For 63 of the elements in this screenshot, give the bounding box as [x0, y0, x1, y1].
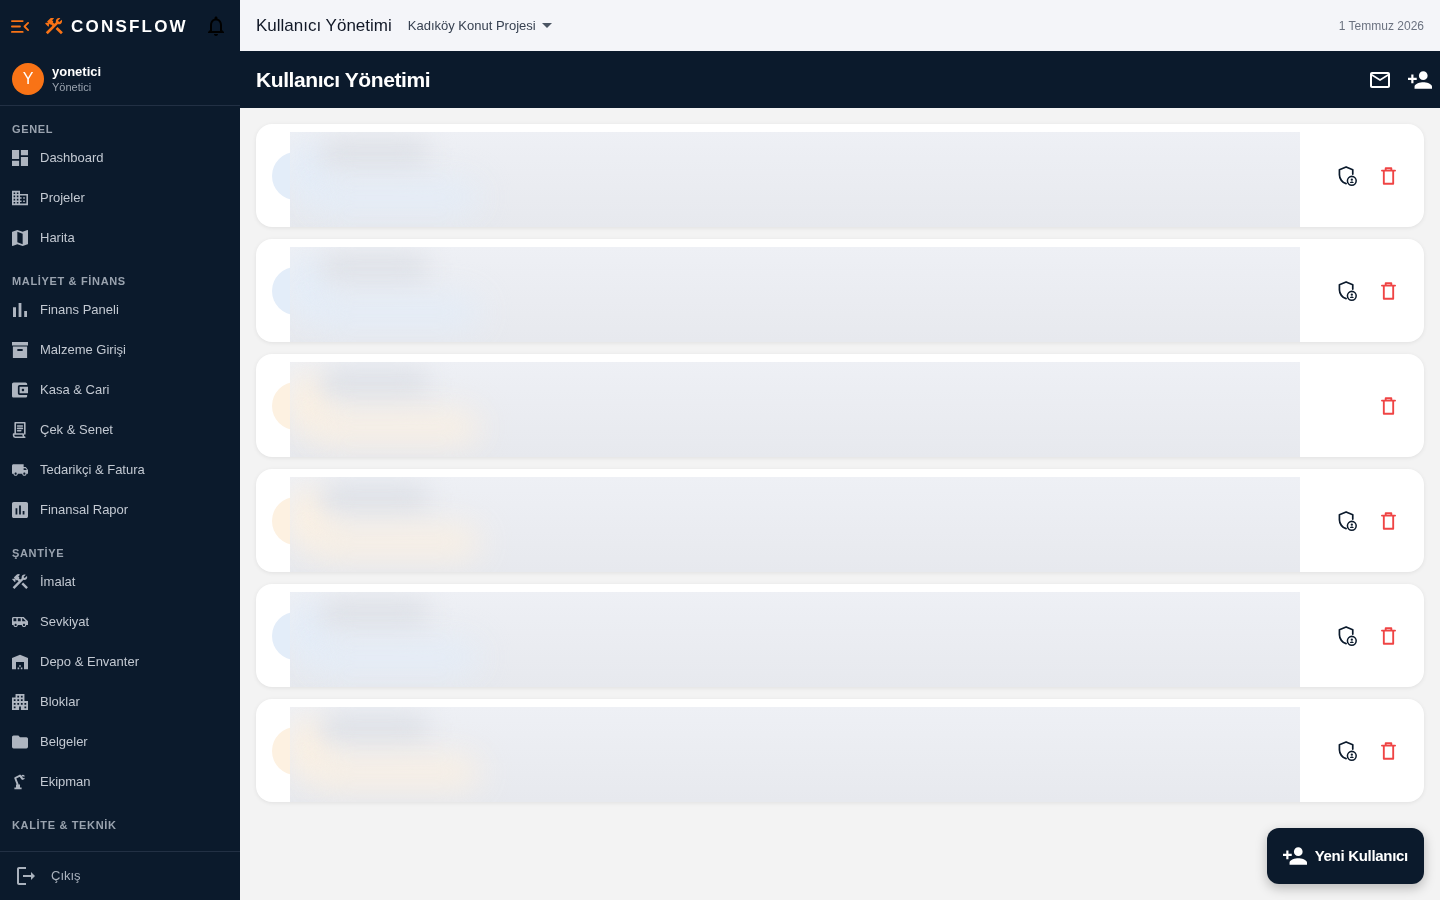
- mail-icon: [1370, 71, 1390, 88]
- apartment-icon: [12, 694, 28, 710]
- trash-icon: [1380, 396, 1396, 415]
- section-title: MALİYET & FİNANS: [12, 274, 126, 288]
- bell-icon: [208, 16, 224, 36]
- new-user-button[interactable]: Yeni Kullanıcı: [1266, 828, 1424, 884]
- nav-item[interactable]: Ekipman: [0, 762, 240, 802]
- user-role: Yönetici: [52, 79, 92, 94]
- nav-item[interactable]: İmalat: [0, 562, 240, 602]
- nav-item[interactable]: Belgeler: [0, 722, 240, 762]
- map-icon: [12, 230, 28, 246]
- logout-button[interactable]: Çıkış: [0, 856, 93, 896]
- project-selector[interactable]: Kadıköy Konut Projesi: [407, 15, 552, 36]
- trash-icon: [1380, 511, 1396, 530]
- nav-item[interactable]: Harita: [0, 218, 240, 258]
- section-title: KALİTE & TEKNİK: [12, 818, 117, 832]
- nav-item[interactable]: Depo & Envanter: [0, 642, 240, 682]
- person-add-icon: [1408, 70, 1432, 89]
- caret-down-icon: [541, 23, 552, 28]
- brand-logo-text: CONSFLOW: [71, 17, 188, 35]
- user-avatar: Y: [12, 62, 44, 95]
- top-bar-title: Kullanıcı Yönetimi: [256, 14, 392, 37]
- trash-icon: [1380, 166, 1396, 185]
- trash-icon: [1380, 741, 1396, 760]
- nav-item[interactable]: Malzeme Girişi: [0, 330, 240, 370]
- page-title: Kullanıcı Yönetimi: [256, 66, 431, 93]
- trash-icon: [1380, 281, 1396, 300]
- user-name: yonetici: [52, 63, 102, 80]
- report-chart-icon: [12, 502, 28, 518]
- nav-item[interactable]: Finans Paneli: [0, 290, 240, 330]
- robot-arm-icon: [12, 774, 28, 790]
- tools-icon: [12, 574, 28, 590]
- shield-person-icon: [1338, 165, 1358, 186]
- wallet-icon: [12, 382, 28, 398]
- van-icon: [12, 614, 28, 630]
- nav-item[interactable]: Projeler: [0, 178, 240, 218]
- nav-item[interactable]: Çek & Senet: [0, 410, 240, 450]
- truck-icon: [12, 462, 28, 478]
- logout-icon: [17, 867, 35, 885]
- shield-person-icon: [1338, 280, 1358, 301]
- collapse-menu-icon: [11, 19, 29, 33]
- nav-item[interactable]: Kasa & Cari: [0, 370, 240, 410]
- bar-chart-icon: [12, 302, 28, 318]
- nav-item[interactable]: Sevkiyat: [0, 602, 240, 642]
- warehouse-icon: [12, 654, 28, 670]
- shield-person-icon: [1338, 510, 1358, 531]
- date-text: 1 Temmuz 2026: [1338, 17, 1424, 35]
- building-icon: [12, 190, 28, 206]
- section-title: GENEL: [12, 122, 54, 136]
- nav-item[interactable]: Finansal Rapor: [0, 490, 240, 530]
- dashboard-grid-icon: [12, 150, 28, 166]
- trash-icon: [1380, 626, 1396, 645]
- receipt-icon: [12, 422, 28, 438]
- nav-item[interactable]: Tedarikçi & Fatura: [0, 450, 240, 490]
- person-add-icon: [1282, 847, 1307, 865]
- nav-item[interactable]: Dashboard: [0, 138, 240, 178]
- folder-icon: [12, 734, 28, 750]
- nav-item[interactable]: Bloklar: [0, 682, 240, 722]
- tools-icon: [45, 17, 63, 35]
- section-title: ŞANTİYE: [12, 546, 65, 560]
- archive-box-icon: [12, 342, 28, 358]
- shield-person-icon: [1338, 740, 1358, 761]
- shield-person-icon: [1338, 625, 1358, 646]
